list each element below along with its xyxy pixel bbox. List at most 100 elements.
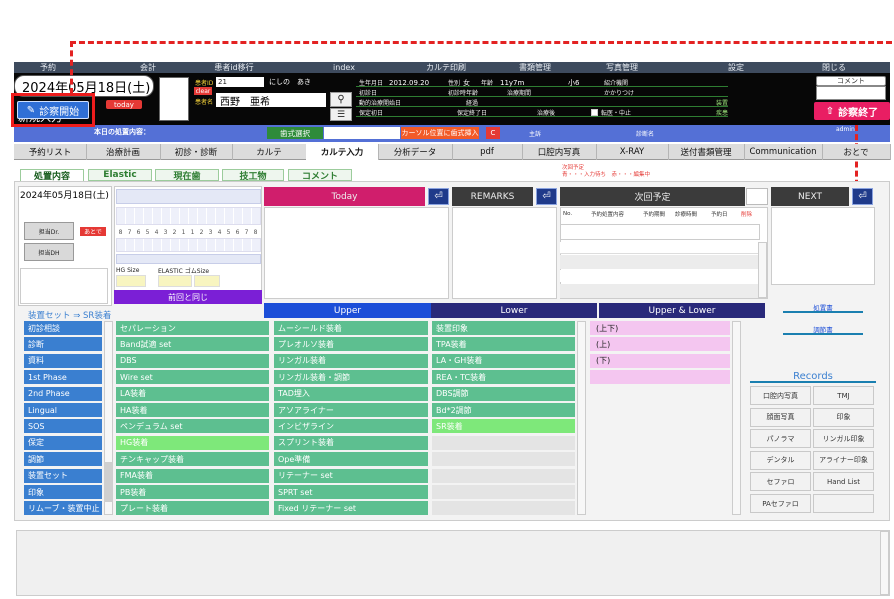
adjust-doc-button[interactable]: 調節書 bbox=[783, 325, 863, 335]
category-item[interactable]: 印象 bbox=[24, 485, 102, 499]
record-button[interactable]: PAセファロ bbox=[750, 494, 811, 513]
device-item[interactable]: セパレーション bbox=[116, 321, 269, 335]
atode-button[interactable]: あとで bbox=[80, 227, 106, 236]
device-item[interactable]: プレオルソ装着 bbox=[274, 337, 428, 352]
tab-8[interactable]: X-RAY bbox=[596, 144, 669, 160]
device-item[interactable]: ペンデュラム set bbox=[116, 419, 269, 434]
upper-lower-scrollbar[interactable] bbox=[732, 321, 741, 515]
upper-lower-item[interactable]: (上下) bbox=[590, 321, 730, 335]
remarks-button[interactable]: REMARKS bbox=[452, 187, 533, 206]
start-consultation-button[interactable]: ✎ 診察開始 bbox=[17, 101, 89, 119]
subtab-1[interactable]: Elastic bbox=[88, 169, 152, 181]
record-button[interactable]: 顔面写真 bbox=[750, 407, 811, 427]
device-item-empty[interactable] bbox=[432, 501, 575, 516]
same-as-before-button[interactable]: 前回と同じ bbox=[114, 290, 262, 304]
device-item[interactable]: DBS調節 bbox=[432, 386, 575, 401]
cursor-insert-button[interactable]: カーソル位置に歯式挿入 bbox=[401, 127, 479, 139]
device-item[interactable]: TPA装着 bbox=[432, 337, 575, 352]
device-item-empty[interactable] bbox=[432, 468, 575, 483]
enter-icon[interactable]: ⏎ bbox=[852, 188, 873, 205]
device-item[interactable]: Ope準備 bbox=[274, 452, 428, 467]
appointment-row[interactable] bbox=[560, 242, 760, 254]
device-item[interactable]: リテーナー set bbox=[274, 468, 428, 483]
device-item[interactable]: リンガル装着・調節 bbox=[274, 370, 428, 385]
tooth-upper-grid[interactable] bbox=[116, 207, 261, 225]
bottom-scrollbar[interactable] bbox=[880, 531, 889, 595]
device-item[interactable]: チンキャップ装着 bbox=[116, 452, 269, 467]
tooth-lower-grid[interactable] bbox=[116, 238, 261, 252]
device-item[interactable]: インビザライン bbox=[274, 419, 428, 434]
record-button[interactable]: セファロ bbox=[750, 472, 811, 492]
device-item[interactable]: Wire set bbox=[116, 370, 269, 385]
device-item[interactable]: プレート装着 bbox=[116, 501, 269, 516]
category-item[interactable]: リムーブ・装置中止 bbox=[24, 501, 102, 516]
appointment-row[interactable] bbox=[560, 284, 760, 298]
top-menu-item[interactable]: 予約 bbox=[18, 62, 78, 73]
appointment-row[interactable] bbox=[560, 255, 760, 269]
dh-button[interactable]: 担当DH bbox=[24, 243, 74, 261]
record-button[interactable]: リンガル印象 bbox=[813, 429, 874, 449]
device-item[interactable]: SR装着 bbox=[432, 419, 575, 434]
device-item[interactable]: FMA装着 bbox=[116, 468, 269, 483]
appointment-row[interactable] bbox=[560, 270, 760, 282]
tab-0[interactable]: 予約リスト bbox=[14, 144, 87, 160]
appointment-row[interactable] bbox=[560, 224, 760, 240]
list-icon[interactable]: ☰ bbox=[330, 108, 352, 121]
device-item[interactable]: スプリント装着 bbox=[274, 435, 428, 450]
remarks-text-area[interactable] bbox=[452, 207, 557, 299]
category-item[interactable]: SOS bbox=[24, 419, 102, 434]
today-text-area[interactable] bbox=[264, 207, 449, 299]
upper-lower-item[interactable]: (上) bbox=[590, 337, 730, 352]
category-item[interactable]: 診断 bbox=[24, 337, 102, 352]
device-item-empty[interactable] bbox=[432, 452, 575, 467]
tab-6[interactable]: pdf bbox=[452, 144, 523, 160]
category-item[interactable]: 保定 bbox=[24, 435, 102, 450]
device-item[interactable]: HA装着 bbox=[116, 403, 269, 417]
device-item[interactable]: HG装着 bbox=[116, 435, 269, 450]
device-item[interactable]: REA・TC装着 bbox=[432, 370, 575, 385]
device-item[interactable]: SPRT set bbox=[274, 485, 428, 499]
doctor-button[interactable]: 担当Dr. bbox=[24, 222, 74, 240]
top-menu-item[interactable]: 写真管理 bbox=[592, 62, 652, 73]
today-panel-button[interactable]: Today bbox=[264, 187, 425, 206]
tab-3[interactable]: カルテ bbox=[232, 144, 307, 160]
comment-field[interactable] bbox=[816, 86, 886, 100]
device-item[interactable]: Band試適 set bbox=[116, 337, 269, 352]
tab-9[interactable]: 送付書類管理 bbox=[668, 144, 745, 160]
category-item[interactable]: 調節 bbox=[24, 452, 102, 467]
device-item[interactable]: Bd*2調節 bbox=[432, 403, 575, 417]
hg-size-field[interactable] bbox=[116, 275, 146, 287]
tab-1[interactable]: 治療計画 bbox=[86, 144, 161, 160]
patient-name-field[interactable]: 西野 亜希 bbox=[216, 93, 326, 107]
subtab-4[interactable]: コメント bbox=[288, 169, 352, 181]
c-button[interactable]: C bbox=[486, 127, 500, 139]
top-menu-item[interactable]: 閉じる bbox=[804, 62, 864, 73]
device-item[interactable]: リンガル装着 bbox=[274, 353, 428, 368]
next-plan-field[interactable] bbox=[746, 188, 768, 205]
next-text-area[interactable] bbox=[771, 207, 875, 285]
device-column-scrollbar[interactable] bbox=[577, 321, 586, 515]
patient-id-field[interactable]: 21 bbox=[216, 77, 264, 87]
record-button[interactable]: アライナー印象 bbox=[813, 450, 874, 470]
tooth-chart-top-field[interactable] bbox=[116, 189, 261, 204]
device-item[interactable]: LA装着 bbox=[116, 386, 269, 401]
end-consultation-button[interactable]: ⇧ 診察終了 bbox=[814, 102, 890, 120]
device-item-empty[interactable] bbox=[432, 435, 575, 450]
device-item-empty[interactable] bbox=[432, 485, 575, 499]
subtab-2[interactable]: 現在歯 bbox=[155, 169, 219, 181]
tooth-chart-bottom-field[interactable] bbox=[116, 254, 261, 264]
bottom-text-area[interactable] bbox=[16, 530, 890, 596]
record-button[interactable]: TMJ bbox=[813, 386, 874, 405]
enter-icon[interactable]: ⏎ bbox=[428, 188, 449, 205]
record-button[interactable]: パノラマ bbox=[750, 429, 811, 449]
device-item[interactable]: アソアライナー bbox=[274, 403, 428, 417]
device-item[interactable]: PB装着 bbox=[116, 485, 269, 499]
category-item[interactable]: Lingual bbox=[24, 403, 102, 417]
device-item[interactable]: TAD埋入 bbox=[274, 386, 428, 401]
subtab-0[interactable]: 処置内容 bbox=[20, 169, 84, 181]
tab-4[interactable]: カルテ入力 bbox=[306, 144, 379, 160]
clear-button[interactable]: clear bbox=[194, 87, 212, 95]
device-item[interactable]: Fixed リテーナー set bbox=[274, 501, 428, 516]
search-icon[interactable]: ⚲ bbox=[330, 92, 352, 107]
top-menu-item[interactable]: 設定 bbox=[706, 62, 766, 73]
